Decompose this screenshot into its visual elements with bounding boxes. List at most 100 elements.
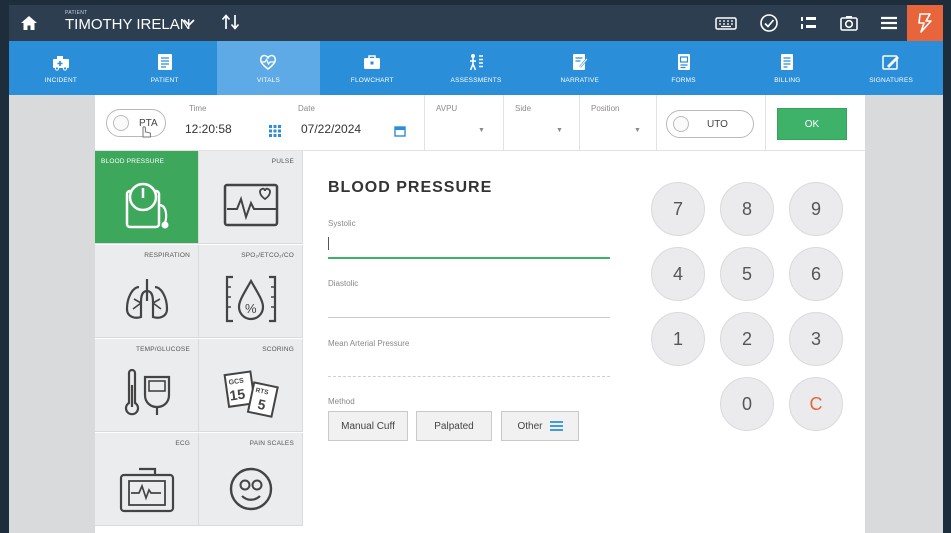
keypad-6-button[interactable]: 6 [789,247,843,301]
nav-flowchart[interactable]: FLOWCHART [320,41,424,95]
check-circle-icon[interactable] [759,13,779,33]
keypad-clear-button[interactable]: C [789,377,843,431]
nav-label: FORMS [671,76,696,84]
top-bar: PATIENT TIMOTHY IRELAN [9,5,943,41]
nav-billing[interactable]: BILLING [735,41,839,95]
ok-button[interactable]: OK [777,108,847,140]
chevron-down-icon[interactable] [182,15,196,34]
method-manual-cuff-button[interactable]: Manual Cuff [328,411,408,441]
divider [424,95,425,151]
keypad-icon[interactable] [269,125,281,137]
list-icon[interactable] [799,13,819,33]
nav-forms[interactable]: FORMS [632,41,736,95]
tile-label: BLOOD PRESSURE [101,158,165,165]
avpu-dropdown-caret[interactable]: ▼ [478,127,485,134]
nav-patient[interactable]: PATIENT [113,41,217,95]
keypad-9-button[interactable]: 9 [789,182,843,236]
tile-temp-glucose[interactable]: TEMP/GLUCOSE [95,339,199,432]
patient-name[interactable]: TIMOTHY IRELAN [65,16,191,33]
nav-label: PATIENT [150,76,179,84]
camera-icon[interactable] [839,13,859,33]
vitals-form-card: PTA Time 12:20:58 Date 07/22/2024 AVPU ▼… [95,95,865,533]
position-dropdown-caret[interactable]: ▼ [634,127,641,134]
tile-pain-scales[interactable]: PAIN SCALES [199,433,303,526]
map-readonly-field [328,376,610,377]
briefcase-icon [364,54,381,69]
keypad-0-button[interactable]: 0 [720,377,774,431]
nav-label: NARRATIVE [560,76,600,84]
vitals-form-bar: PTA Time 12:20:58 Date 07/22/2024 AVPU ▼… [95,95,865,151]
lightning-icon[interactable] [907,5,943,41]
divider [656,95,657,151]
ecg-monitor-icon [119,467,175,513]
billing-icon [781,53,794,70]
nav-incident[interactable]: INCIDENT [9,41,113,95]
method-palpated-button[interactable]: Palpated [416,411,492,441]
pta-toggle[interactable]: PTA [106,109,166,137]
keypad-7-button[interactable]: 7 [651,182,705,236]
divider [579,95,580,151]
keypad-8-button[interactable]: 8 [720,182,774,236]
nav-assessments[interactable]: ASSESSMENTS [424,41,528,95]
patient-chart-icon [157,53,172,70]
vitals-category-tiles: BLOOD PRESSURE PULSE RESPIRATION SPO₂/ET… [95,151,305,533]
position-label: Position [591,104,620,113]
systolic-label: Systolic [328,219,356,228]
smiley-face-icon [229,467,273,511]
tile-label: SCORING [262,346,294,353]
edit-document-icon [572,53,588,70]
side-label: Side [515,104,532,113]
tile-ecg[interactable]: ECG [95,433,199,526]
keypad-3-button[interactable]: 3 [789,312,843,366]
nav-narrative[interactable]: NARRATIVE [528,41,632,95]
calendar-icon[interactable] [394,125,406,137]
home-icon[interactable] [19,13,39,33]
tile-pulse[interactable]: PULSE [199,151,303,244]
keypad-2-button[interactable]: 2 [720,312,774,366]
tile-label: PULSE [271,158,294,165]
body-icon [469,53,484,70]
nav-vitals[interactable]: VITALS [216,41,321,95]
page-title: BLOOD PRESSURE [328,179,493,196]
keypad-5-button[interactable]: 5 [720,247,774,301]
signature-icon [882,54,900,70]
thermometer-icon [124,368,171,416]
systolic-input[interactable] [328,257,610,259]
divider [765,95,766,151]
uto-toggle[interactable]: UTO [666,110,754,138]
date-value[interactable]: 07/22/2024 [301,122,361,136]
tile-blood-pressure[interactable]: BLOOD PRESSURE [95,151,199,244]
blood-pressure-icon [125,182,169,229]
tile-respiration[interactable]: RESPIRATION [95,245,199,338]
hand-pointer-icon [142,126,151,138]
method-other-label: Other [517,420,543,432]
diastolic-input[interactable] [328,317,610,318]
nav-signatures[interactable]: SIGNATURES [839,41,943,95]
nav-label: FLOWCHART [350,76,394,84]
nav-label: VITALS [256,76,281,84]
main-nav: INCIDENT PATIENT VITALS FLOWCHART ASSESS… [9,41,943,95]
toggle-knob [113,115,129,131]
tile-label: PAIN SCALES [249,440,294,447]
date-label: Date [298,104,315,113]
lungs-icon [125,279,169,319]
ambulance-icon [52,55,69,71]
pulse-monitor-icon [223,183,279,227]
tile-scoring[interactable]: SCORING GCS 15 RTS 5 [199,339,303,432]
time-value[interactable]: 12:20:58 [185,122,232,136]
nav-label: SIGNATURES [869,76,914,84]
sort-icon[interactable] [221,13,241,36]
tile-label: TEMP/GLUCOSE [135,346,190,353]
side-dropdown-caret[interactable]: ▼ [556,127,563,134]
avpu-label: AVPU [436,104,458,113]
nav-label: BILLING [774,76,801,84]
method-other-button[interactable]: Other [501,411,579,441]
menu-icon[interactable] [879,13,899,33]
keypad-4-button[interactable]: 4 [651,247,705,301]
keypad-1-button[interactable]: 1 [651,312,705,366]
divider [503,95,504,151]
tile-label: RESPIRATION [144,252,190,259]
app-window: PATIENT TIMOTHY IRELAN INCIDENT PATIENT … [9,5,943,533]
tile-spo2[interactable]: SPO₂/ETCO₂/CO % [199,245,303,338]
keyboard-icon[interactable] [715,13,737,33]
